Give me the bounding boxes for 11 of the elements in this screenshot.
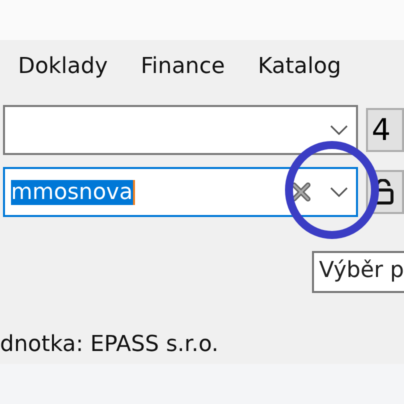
menu-item[interactable]: Finance [140, 54, 225, 78]
chevron-down-icon[interactable] [330, 125, 348, 135]
combo-box[interactable] [3, 105, 358, 155]
combo-box[interactable]: mmosnova [3, 167, 358, 217]
side-button[interactable]: 4 [366, 108, 404, 152]
field-value: mmosnova [11, 180, 135, 204]
status-text: dnotka: EPASS s.r.o. [0, 332, 219, 357]
menu-item[interactable]: Katalog [258, 54, 342, 78]
chevron-down-icon[interactable] [330, 187, 348, 197]
tooltip: Výběr p [312, 251, 404, 293]
menu-item[interactable]: Doklady [18, 54, 108, 78]
